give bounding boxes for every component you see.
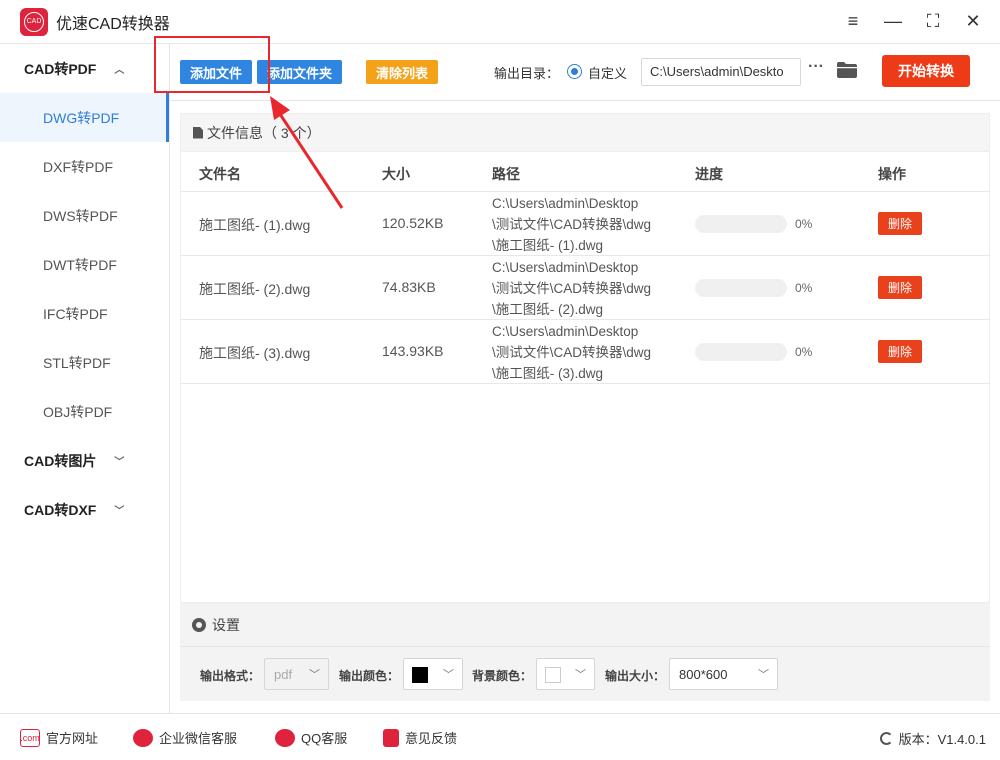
sidebar-group-cad-pdf[interactable]: CAD转PDF ︿: [0, 44, 169, 93]
file-path: C:\Users\admin\Desktop \测试文件\CAD转换器\dwg \施…: [492, 196, 652, 253]
maximize-icon[interactable]: ⛶: [924, 10, 942, 32]
progress-bar: [695, 215, 787, 233]
settings-header: 设置: [180, 603, 990, 647]
col-name: 文件名: [199, 166, 241, 182]
wechat-icon: [133, 728, 153, 747]
custom-radio-label[interactable]: 自定义: [588, 63, 627, 82]
gear-icon: [192, 617, 206, 632]
progress-bar: [695, 279, 787, 297]
sidebar-item-dwg-pdf[interactable]: DWG转PDF: [0, 93, 169, 142]
file-size: 143.93KB: [382, 343, 444, 359]
sidebar-item-obj-pdf[interactable]: OBJ转PDF: [0, 387, 169, 436]
progress-text: 0%: [795, 345, 813, 359]
chevron-down-icon: ﹀: [443, 669, 454, 681]
delete-button[interactable]: 删除: [878, 276, 922, 299]
format-label: 输出格式：: [200, 669, 261, 683]
custom-radio[interactable]: [567, 64, 582, 79]
sidebar-item-dwt-pdf[interactable]: DWT转PDF: [0, 240, 169, 289]
start-convert-button[interactable]: 开始转换: [882, 55, 970, 87]
table-row[interactable]: 施工图纸- (2).dwg 74.83KB C:\Users\admin\Des…: [181, 256, 989, 320]
output-color-select[interactable]: ﹀: [403, 658, 463, 690]
highlight-box: [154, 36, 270, 93]
feedback-icon: [383, 728, 399, 747]
refresh-icon[interactable]: [879, 732, 893, 745]
app-title: 优速CAD转换器: [56, 15, 170, 33]
col-path: 路径: [492, 166, 520, 182]
chevron-down-icon: ﹀: [309, 669, 320, 681]
wechat-support-link[interactable]: 企业微信客服: [133, 728, 237, 747]
website-icon: .com: [20, 728, 40, 747]
col-progress: 进度: [695, 166, 723, 182]
file-name: 施工图纸- (3).dwg: [199, 345, 311, 361]
bg-color-select[interactable]: ﹀: [536, 658, 595, 690]
output-size-select[interactable]: 800*600 ﹀: [669, 658, 778, 690]
delete-button[interactable]: 删除: [878, 340, 922, 363]
output-path-input[interactable]: C:\Users\admin\Deskto: [641, 58, 801, 86]
file-size: 74.83KB: [382, 279, 436, 295]
chevron-down-icon: ﹀: [758, 669, 769, 681]
chevron-down-icon: ﹀: [114, 506, 125, 517]
file-path: C:\Users\admin\Desktop \测试文件\CAD转换器\dwg \施…: [492, 324, 652, 381]
delete-button[interactable]: 删除: [878, 212, 922, 235]
feedback-link[interactable]: 意见反馈: [383, 728, 457, 747]
color-label: 输出颜色：: [339, 669, 400, 683]
settings-panel: 设置 输出格式： pdf ﹀ 输出颜色： ﹀ 背景颜色： ﹀ 输出大小： 800*…: [180, 603, 990, 701]
progress-bar: [695, 343, 787, 361]
col-size: 大小: [382, 166, 410, 182]
menu-icon[interactable]: ≡: [844, 10, 862, 32]
clear-list-button[interactable]: 清除列表: [366, 60, 438, 84]
file-name: 施工图纸- (2).dwg: [199, 281, 311, 297]
sidebar-item-dxf-pdf[interactable]: DXF转PDF: [0, 142, 169, 191]
table-row[interactable]: 施工图纸- (3).dwg 143.93KB C:\Users\admin\De…: [181, 320, 989, 384]
more-options-icon[interactable]: ···: [808, 58, 824, 76]
chevron-down-icon: ﹀: [114, 457, 125, 468]
footer: .com 官方网址 企业微信客服 QQ客服 意见反馈 版本：V1.4.0.1: [0, 713, 1000, 760]
col-action: 操作: [878, 166, 906, 182]
close-icon[interactable]: ✕: [964, 10, 982, 32]
sidebar-item-ifc-pdf[interactable]: IFC转PDF: [0, 289, 169, 338]
document-icon: [193, 126, 203, 139]
sidebar: CAD转PDF ︿ DWG转PDF DXF转PDF DWS转PDF DWT转PD…: [0, 44, 170, 713]
sidebar-group-cad-image[interactable]: CAD转图片 ﹀: [0, 436, 169, 485]
bg-color-label: 背景颜色：: [472, 669, 533, 683]
minimize-icon[interactable]: —: [884, 10, 902, 32]
bg-color-swatch: [545, 667, 561, 683]
chevron-up-icon: ︿: [114, 65, 125, 76]
sidebar-item-dws-pdf[interactable]: DWS转PDF: [0, 191, 169, 240]
website-link[interactable]: .com 官方网址: [20, 728, 98, 747]
sidebar-item-stl-pdf[interactable]: STL转PDF: [0, 338, 169, 387]
qq-support-link[interactable]: QQ客服: [275, 728, 347, 747]
file-path: C:\Users\admin\Desktop \测试文件\CAD转换器\dwg \施…: [492, 260, 652, 317]
progress-text: 0%: [795, 281, 813, 295]
annotation-arrow: [270, 96, 344, 209]
size-label: 输出大小：: [605, 669, 666, 683]
file-size: 120.52KB: [382, 215, 444, 231]
title-bar: CAD 优速CAD转换器 ≡ — ⛶ ✕: [0, 0, 1000, 44]
folder-icon[interactable]: [837, 62, 857, 78]
output-dir-label: 输出目录：: [494, 66, 560, 81]
progress-text: 0%: [795, 217, 813, 231]
format-select: pdf ﹀: [264, 658, 329, 690]
sidebar-group-cad-dxf[interactable]: CAD转DXF ﹀: [0, 485, 169, 534]
chevron-down-icon: ﹀: [575, 669, 586, 681]
version-info: 版本：V1.4.0.1: [879, 729, 986, 748]
file-name: 施工图纸- (1).dwg: [199, 217, 311, 233]
qq-icon: [275, 728, 295, 747]
app-logo-icon: CAD: [20, 7, 48, 36]
color-swatch: [412, 667, 428, 683]
